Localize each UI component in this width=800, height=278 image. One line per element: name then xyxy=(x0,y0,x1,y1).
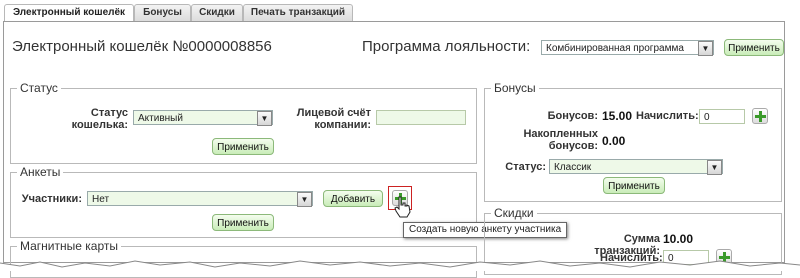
bonuses-legend: Бонусы xyxy=(491,81,539,95)
bonuses-value: 15.00 xyxy=(602,109,633,123)
transactions-sum-value: 10.00 xyxy=(663,232,694,246)
status-apply-button[interactable]: Применить xyxy=(212,138,274,155)
participants-select[interactable]: Нет ▼ xyxy=(87,191,313,207)
bonus-status-value: Классик xyxy=(554,162,592,173)
tab-wallet[interactable]: Электронный кошелёк xyxy=(4,4,134,22)
wallet-status-value: Активный xyxy=(138,113,183,124)
loyalty-program-value: Комбинированная программа xyxy=(546,43,684,54)
bonus-status-select[interactable]: Классик ▼ xyxy=(549,159,723,175)
accumulated-bonuses-label: Накопленных бонусов: xyxy=(523,128,598,152)
wallet-status-label: Статус кошелька: xyxy=(71,107,128,131)
bonuses-add-button[interactable] xyxy=(752,108,768,124)
page-title: Электронный кошелёк №0000008856 xyxy=(12,38,272,55)
bonuses-accrue-input[interactable]: 0 xyxy=(699,109,745,124)
bonuses-accrue-label: Начислить: xyxy=(636,110,699,122)
wallet-status-select[interactable]: Активный ▼ xyxy=(133,110,273,126)
hand-cursor-icon xyxy=(394,196,411,218)
status-legend: Статус xyxy=(17,81,61,95)
surveys-legend: Анкеты xyxy=(17,165,64,179)
chevron-down-icon: ▼ xyxy=(257,111,272,126)
bonus-status-label: Статус: xyxy=(505,161,546,173)
tab-discounts[interactable]: Скидки xyxy=(191,4,243,21)
company-account-label: Лицевой счёт компании: xyxy=(296,107,371,131)
magnetic-cards-legend: Магнитные карты xyxy=(17,239,121,253)
plus-icon xyxy=(755,111,766,122)
loyalty-program-select[interactable]: Комбинированная программа ▼ xyxy=(541,40,714,56)
tab-print-transactions[interactable]: Печать транзакций xyxy=(243,4,353,21)
loyalty-apply-button[interactable]: Применить xyxy=(724,39,784,56)
discounts-legend: Скидки xyxy=(491,206,537,220)
participants-value: Нет xyxy=(92,194,110,205)
company-account-input[interactable] xyxy=(376,110,466,125)
surveys-apply-button[interactable]: Применить xyxy=(212,214,274,231)
bonuses-apply-button[interactable]: Применить xyxy=(603,177,665,194)
bonuses-label: Бонусов: xyxy=(547,110,598,122)
torn-edge-decoration xyxy=(0,260,800,271)
accumulated-bonuses-value: 0.00 xyxy=(602,134,626,148)
chevron-down-icon: ▼ xyxy=(297,192,312,207)
chevron-down-icon: ▼ xyxy=(698,41,713,56)
add-participant-button[interactable]: Добавить xyxy=(323,190,383,207)
participants-label: Участники: xyxy=(21,193,82,205)
loyalty-label: Программа лояльности: xyxy=(362,38,531,55)
chevron-down-icon: ▼ xyxy=(707,160,722,175)
tab-bonuses[interactable]: Бонусы xyxy=(134,4,191,21)
